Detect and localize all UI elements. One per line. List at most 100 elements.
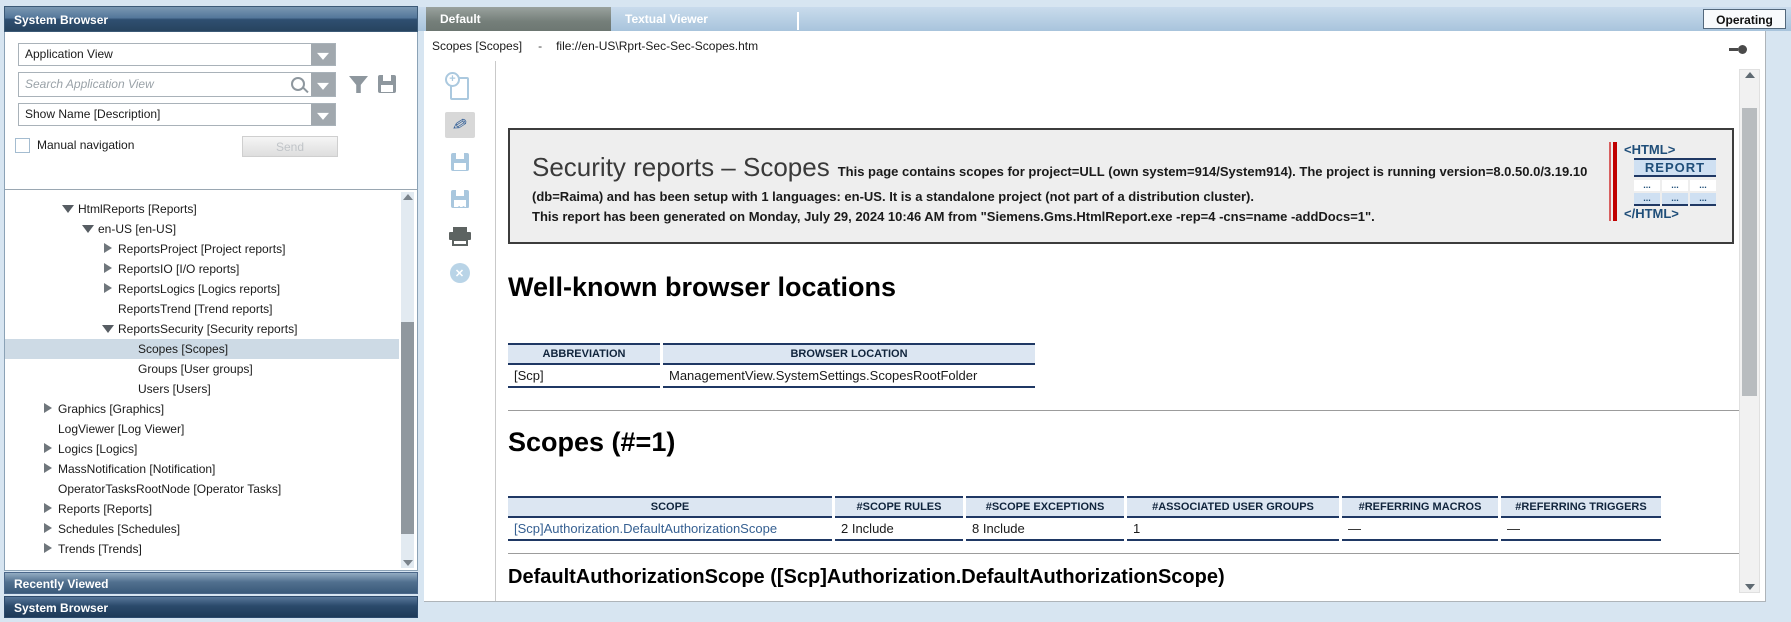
search-icon bbox=[291, 77, 305, 91]
table-cell: — bbox=[1501, 518, 1661, 541]
send-button[interactable]: Send bbox=[242, 136, 338, 157]
tab-textual-viewer[interactable]: Textual Viewer bbox=[611, 7, 797, 31]
filter-icon[interactable] bbox=[349, 76, 368, 93]
breadcrumb-path: file://en-US\Rprt-Sec-Sec-Scopes.htm bbox=[556, 39, 758, 53]
expand-icon[interactable] bbox=[41, 463, 58, 473]
tab-default[interactable]: Default bbox=[426, 7, 611, 31]
tree-item-reportsio-i-o-reports[interactable]: ReportsIO [I/O reports] bbox=[5, 259, 399, 279]
breadcrumb-title: Scopes [Scopes] bbox=[432, 39, 522, 53]
column-header-scope-exceptions: #SCOPE EXCEPTIONS bbox=[966, 496, 1124, 518]
logo-grid-cell: ... bbox=[1662, 193, 1688, 206]
table-cell: 2 Include bbox=[835, 518, 963, 541]
expand-icon[interactable] bbox=[41, 403, 58, 413]
scroll-down-icon[interactable] bbox=[403, 560, 413, 566]
table-cell: — bbox=[1342, 518, 1498, 541]
tree-item-logics-logics[interactable]: Logics [Logics] bbox=[5, 439, 399, 459]
save-search-icon[interactable] bbox=[378, 75, 396, 93]
system-browser-bar[interactable]: System Browser bbox=[4, 596, 418, 618]
scope-detail-heading: DefaultAuthorizationScope ([Scp]Authoriz… bbox=[508, 566, 1765, 589]
tree-item-trends-trends[interactable]: Trends [Trends] bbox=[5, 539, 399, 559]
scroll-down-icon[interactable] bbox=[1745, 584, 1755, 590]
tree-item-label: Groups [User groups] bbox=[138, 362, 253, 376]
manual-navigation-checkbox[interactable] bbox=[15, 138, 30, 153]
recently-viewed-bar[interactable]: Recently Viewed bbox=[4, 572, 418, 594]
column-header-referring-macros: #REFERRING MACROS bbox=[1342, 496, 1498, 518]
tree-item-label: Users [Users] bbox=[138, 382, 211, 396]
divider bbox=[508, 410, 1756, 411]
operating-button[interactable]: Operating bbox=[1703, 9, 1786, 29]
collapse-icon[interactable] bbox=[101, 323, 118, 333]
tree-item-operatortasksrootnode-operator-tasks[interactable]: OperatorTasksRootNode [Operator Tasks] bbox=[5, 479, 399, 499]
cancel-icon[interactable]: ✕ bbox=[445, 260, 475, 286]
expand-icon[interactable] bbox=[41, 443, 58, 453]
logo-grid-cell: ... bbox=[1690, 180, 1716, 191]
tree-item-label: Reports [Reports] bbox=[58, 502, 152, 516]
tree-item-en-us-en-us[interactable]: en-US [en-US] bbox=[5, 219, 399, 239]
tree-item-htmlreports-reports[interactable]: HtmlReports [Reports] bbox=[5, 199, 399, 219]
tree-item-label: ReportsSecurity [Security reports] bbox=[118, 322, 297, 336]
tree-item-graphics-graphics[interactable]: Graphics [Graphics] bbox=[5, 399, 399, 419]
document-scrollbar[interactable] bbox=[1739, 69, 1760, 593]
print-icon[interactable] bbox=[445, 223, 475, 249]
tree-item-users-users[interactable]: Users [Users] bbox=[5, 379, 399, 399]
view-selector-dropdown[interactable]: Application View bbox=[18, 43, 336, 66]
expand-icon[interactable] bbox=[41, 543, 58, 553]
save-as-icon[interactable]: ... bbox=[445, 186, 475, 212]
expander-spacer bbox=[41, 423, 58, 433]
scroll-up-icon[interactable] bbox=[1745, 72, 1755, 78]
tree-item-label: Logics [Logics] bbox=[58, 442, 137, 456]
tree-item-reportslogics-logics-reports[interactable]: ReportsLogics [Logics reports] bbox=[5, 279, 399, 299]
display-mode-dropdown[interactable]: Show Name [Description] bbox=[18, 103, 336, 126]
tree-item-label: Scopes [Scopes] bbox=[138, 342, 228, 356]
tree-item-reportssecurity-security-reports[interactable]: ReportsSecurity [Security reports] bbox=[5, 319, 399, 339]
table-cell: ManagementView.SystemSettings.ScopesRoot… bbox=[663, 365, 1035, 388]
expand-icon[interactable] bbox=[41, 503, 58, 513]
column-header-abbreviation: ABBREVIATION bbox=[508, 343, 660, 365]
tree-scrollbar-thumb[interactable] bbox=[401, 322, 414, 534]
column-header-scope: SCOPE bbox=[508, 496, 832, 518]
expand-icon[interactable] bbox=[101, 283, 118, 293]
scope-link[interactable]: [Scp]Authorization.DefaultAuthorizationS… bbox=[508, 518, 832, 541]
tree-item-reportstrend-trend-reports[interactable]: ReportsTrend [Trend reports] bbox=[5, 299, 399, 319]
column-header-scope-rules: #SCOPE RULES bbox=[835, 496, 963, 518]
chevron-down-icon[interactable] bbox=[311, 44, 335, 65]
manual-navigation-label: Manual navigation bbox=[37, 138, 134, 152]
save-icon[interactable] bbox=[445, 149, 475, 175]
tree-scrollbar[interactable] bbox=[401, 192, 414, 568]
tree-item-label: Trends [Trends] bbox=[58, 542, 142, 556]
pin-icon[interactable] bbox=[1738, 45, 1747, 54]
tree-item-label: en-US [en-US] bbox=[98, 222, 176, 236]
tree-item-label: ReportsIO [I/O reports] bbox=[118, 262, 239, 276]
report-toolbar: ✎ ... ✕ bbox=[424, 61, 496, 601]
table-row: [Scp]ManagementView.SystemSettings.Scope… bbox=[508, 365, 1035, 388]
tree-item-schedules-schedules[interactable]: Schedules [Schedules] bbox=[5, 519, 399, 539]
expand-icon[interactable] bbox=[101, 243, 118, 253]
search-input[interactable]: Search Application View bbox=[18, 72, 336, 97]
tree-item-label: MassNotification [Notification] bbox=[58, 462, 215, 476]
search-history-dropdown-icon[interactable] bbox=[311, 73, 335, 96]
tree-item-scopes-scopes[interactable]: Scopes [Scopes] bbox=[5, 339, 399, 359]
tree-item-logviewer-log-viewer[interactable]: LogViewer [Log Viewer] bbox=[5, 419, 399, 439]
tree-item-label: Graphics [Graphics] bbox=[58, 402, 164, 416]
collapse-icon[interactable] bbox=[81, 223, 98, 233]
tree-item-reports-reports[interactable]: Reports [Reports] bbox=[5, 499, 399, 519]
table-cell: 8 Include bbox=[966, 518, 1124, 541]
report-description: (db=Raima) and has been setup with 1 lan… bbox=[532, 189, 1254, 204]
system-browser-panel-header[interactable]: System Browser bbox=[4, 6, 418, 32]
breadcrumb-separator: - bbox=[538, 39, 542, 53]
report-header-text: Security reports – ScopesThis page conta… bbox=[532, 148, 1597, 226]
document-scrollbar-thumb[interactable] bbox=[1742, 108, 1757, 396]
expand-icon[interactable] bbox=[101, 263, 118, 273]
collapse-icon[interactable] bbox=[61, 203, 78, 213]
scroll-up-icon[interactable] bbox=[403, 194, 413, 200]
tree-item-massnotification-notification[interactable]: MassNotification [Notification] bbox=[5, 459, 399, 479]
report-description: This report has been generated on Monday… bbox=[532, 209, 1375, 224]
chevron-down-icon[interactable] bbox=[311, 104, 335, 125]
edit-pen-icon[interactable]: ✎ bbox=[445, 112, 475, 138]
logo-report-label: REPORT bbox=[1634, 158, 1716, 177]
tree-item-label: ReportsProject [Project reports] bbox=[118, 242, 285, 256]
tree-item-groups-user-groups[interactable]: Groups [User groups] bbox=[5, 359, 399, 379]
add-document-icon[interactable] bbox=[445, 75, 475, 101]
tree-item-reportsproject-project-reports[interactable]: ReportsProject [Project reports] bbox=[5, 239, 399, 259]
expand-icon[interactable] bbox=[41, 523, 58, 533]
